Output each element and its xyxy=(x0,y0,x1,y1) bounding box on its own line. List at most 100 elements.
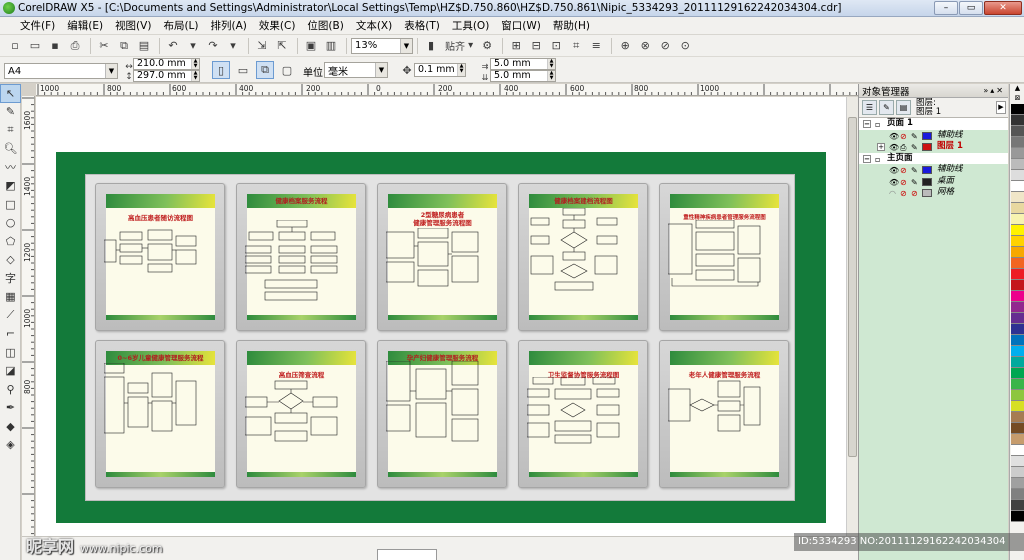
spin-arrows-icon[interactable]: ▲ ▼ xyxy=(457,64,465,76)
application-launcher-icon[interactable]: ▣ xyxy=(302,37,320,55)
menu-arrange[interactable]: 排列(A) xyxy=(205,18,253,33)
spin-arrows-icon[interactable]: ▲ ▼ xyxy=(547,59,555,69)
color-swatch[interactable] xyxy=(1011,181,1024,192)
color-swatch[interactable] xyxy=(1011,313,1024,324)
page-height-field[interactable]: 297.0 mm ▲ ▼ xyxy=(133,70,200,82)
collapse-icon[interactable]: − xyxy=(863,120,871,128)
landscape-icon[interactable]: ▭ xyxy=(234,61,252,79)
scrollbar-thumb[interactable] xyxy=(848,117,857,457)
extra-tool-icon-4[interactable]: ⊙ xyxy=(676,37,694,55)
menu-tools[interactable]: 工具(O) xyxy=(446,18,495,33)
paper-type-combo[interactable]: A4 ▼ xyxy=(4,63,118,79)
color-swatch[interactable] xyxy=(1011,126,1024,137)
menu-table[interactable]: 表格(T) xyxy=(398,18,446,33)
zoom-level-combo[interactable]: 13% ▼ xyxy=(351,37,413,54)
blend-tool-icon[interactable]: ◫ xyxy=(0,343,21,362)
connector-tool-icon[interactable]: ⌐ xyxy=(0,325,21,344)
color-swatch[interactable] xyxy=(1011,192,1024,203)
color-swatch[interactable] xyxy=(1011,302,1024,313)
color-swatch[interactable] xyxy=(1011,159,1024,170)
color-swatch[interactable] xyxy=(1011,203,1024,214)
redo-dropdown-icon[interactable]: ▾ xyxy=(224,37,242,55)
dynamic-guides-icon[interactable]: ⌗ xyxy=(567,37,585,55)
align-icon[interactable]: ≡ xyxy=(587,37,605,55)
vertical-scrollbar[interactable] xyxy=(846,97,858,536)
palette-scroll-up-icon[interactable]: ▲ xyxy=(1011,84,1024,94)
full-screen-preview-icon[interactable]: ▮ xyxy=(422,37,440,55)
tree-page-row[interactable]: − ▫ 主页面 xyxy=(859,152,1008,164)
color-swatch[interactable] xyxy=(1011,280,1024,291)
interactive-fill-tool-icon[interactable]: ◈ xyxy=(0,436,21,455)
collapse-icon[interactable]: − xyxy=(863,154,871,163)
menu-help[interactable]: 帮助(H) xyxy=(547,18,596,33)
welcome-screen-icon[interactable]: ▥ xyxy=(322,37,340,55)
color-swatch[interactable] xyxy=(1011,225,1024,236)
flowchart-panel[interactable]: 老年人健康管理服务流程 xyxy=(659,340,789,488)
edit-across-layers-icon[interactable]: ✎ xyxy=(879,100,894,115)
docker-controls[interactable]: »▴✕ xyxy=(983,86,1005,95)
page-width-field[interactable]: 210.0 mm ▲ ▼ xyxy=(133,58,200,70)
menu-file[interactable]: 文件(F) xyxy=(0,18,61,33)
menu-edit[interactable]: 编辑(E) xyxy=(61,18,109,33)
duplicate-distance-x-field[interactable]: 5.0 mm ▲ ▼ xyxy=(490,58,556,70)
display-board[interactable]: 高血压患者随访流程图 健康档案服务流程 2型糖尿病患者 健康管理服务流程图 健康… xyxy=(56,152,826,523)
color-swatch[interactable] xyxy=(1011,269,1024,280)
menu-view[interactable]: 视图(V) xyxy=(109,18,157,33)
expand-icon[interactable]: + xyxy=(877,143,885,151)
no-color-swatch[interactable]: ⊠ xyxy=(1011,94,1024,104)
color-swatch[interactable] xyxy=(1011,115,1024,126)
eye-hidden-icon[interactable]: ◠ xyxy=(889,188,896,200)
page-navigator[interactable] xyxy=(377,549,437,560)
color-swatch[interactable] xyxy=(1011,412,1024,423)
color-swatch[interactable] xyxy=(1011,236,1024,247)
flowchart-panel[interactable]: 健康档案服务流程 xyxy=(236,183,366,331)
flowchart-panel[interactable]: 0~6岁儿童健康管理服务流程 xyxy=(95,340,225,488)
freehand-tool-icon[interactable]: 〰 xyxy=(0,158,21,177)
minimize-button[interactable]: – xyxy=(934,1,958,15)
basic-shapes-tool-icon[interactable]: ◇ xyxy=(0,251,21,270)
menu-text[interactable]: 文本(X) xyxy=(350,18,398,33)
color-swatch[interactable] xyxy=(1011,445,1024,456)
color-swatch[interactable] xyxy=(1011,324,1024,335)
extra-tool-icon-3[interactable]: ⊘ xyxy=(656,37,674,55)
flowchart-panel[interactable]: 孕产妇健康管理服务流程 xyxy=(377,340,507,488)
layer-manager-view-icon[interactable]: ▤ xyxy=(896,100,911,115)
open-icon[interactable]: ▭ xyxy=(26,37,44,55)
menu-effects[interactable]: 效果(C) xyxy=(253,18,302,33)
fill-tool-icon[interactable]: ◆ xyxy=(0,417,21,436)
ellipse-tool-icon[interactable]: ○ xyxy=(0,214,21,233)
docker-menu-icon[interactable]: ▶ xyxy=(996,101,1006,114)
print-icon[interactable]: ⎙ xyxy=(66,37,84,55)
flowchart-panel[interactable]: 卫生监督协管服务流程图 xyxy=(518,340,648,488)
import-icon[interactable]: ⇲ xyxy=(253,37,271,55)
color-swatch[interactable] xyxy=(1011,478,1024,489)
flowchart-panel[interactable]: 高血压患者随访流程图 xyxy=(95,183,225,331)
flowchart-panel[interactable]: 重性精神疾病患者管理服务流程图 xyxy=(659,183,789,331)
extra-tool-icon-2[interactable]: ⊗ xyxy=(636,37,654,55)
save-icon[interactable]: ▪ xyxy=(46,37,64,55)
chevron-down-icon[interactable]: ▼ xyxy=(105,64,117,78)
duplicate-distance-y-field[interactable]: 5.0 mm ▲ ▼ xyxy=(490,70,556,82)
copy-icon[interactable]: ⧉ xyxy=(115,37,133,55)
eyedropper-tool-icon[interactable]: ⚲ xyxy=(0,380,21,399)
spin-arrows-icon[interactable]: ▲ ▼ xyxy=(191,71,199,81)
chevron-down-icon[interactable]: ▼ xyxy=(375,63,387,77)
rectangle-tool-icon[interactable]: □ xyxy=(0,195,21,214)
color-swatch[interactable] xyxy=(1011,379,1024,390)
close-button[interactable]: ✕ xyxy=(984,1,1022,15)
all-pages-icon[interactable]: ⧉ xyxy=(256,61,274,79)
color-swatch[interactable] xyxy=(1011,368,1024,379)
tree-layer-row[interactable]: ◠ ⊘ ⊘ 网格 xyxy=(859,187,1008,199)
nudge-distance-field[interactable]: 0.1 mm ▲ ▼ xyxy=(414,63,466,77)
zoom-tool-icon[interactable]: 🔍︎ xyxy=(0,140,21,159)
tree-page-row[interactable]: − ▫ 页面 1 xyxy=(859,118,1008,130)
export-icon[interactable]: ⇱ xyxy=(273,37,291,55)
color-swatch[interactable] xyxy=(1011,346,1024,357)
horizontal-ruler[interactable]: 1000 800 600 400 200 0 200 400 600 800 1… xyxy=(36,84,858,96)
transparency-tool-icon[interactable]: ◪ xyxy=(0,362,21,381)
guideline-snap-icon[interactable]: ⊟ xyxy=(527,37,545,55)
menu-bitmaps[interactable]: 位图(B) xyxy=(301,18,349,33)
color-swatch[interactable] xyxy=(1011,214,1024,225)
outline-tool-icon[interactable]: ✒ xyxy=(0,399,21,418)
lock-icon[interactable]: ⊘ xyxy=(911,188,918,200)
